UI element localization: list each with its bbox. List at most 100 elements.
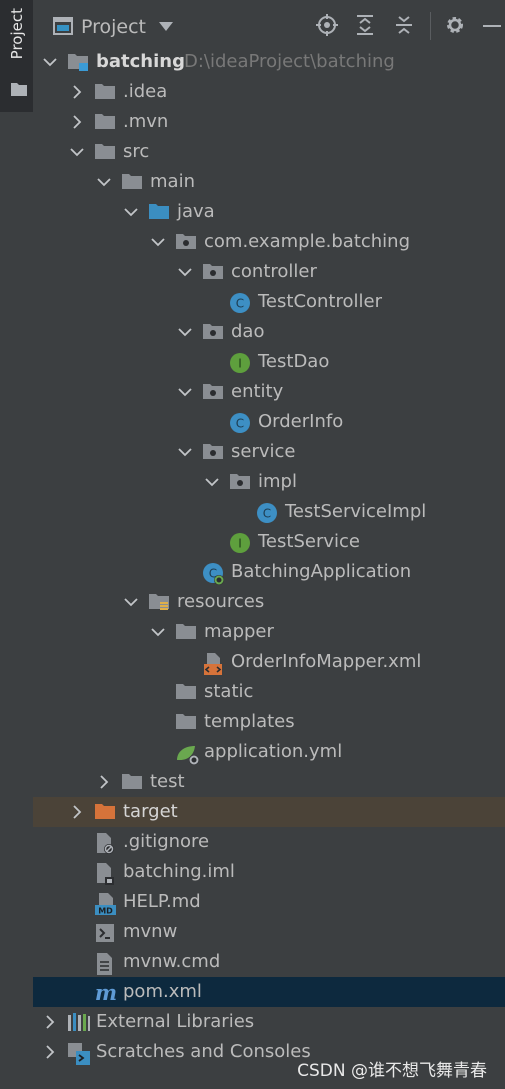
chevron-down-icon[interactable] xyxy=(43,55,57,69)
chevron-down-icon[interactable] xyxy=(178,385,192,399)
excluded-folder-icon xyxy=(94,802,116,824)
chevron-down-icon[interactable] xyxy=(205,475,219,489)
package-icon xyxy=(202,262,224,284)
tree-row[interactable]: OrderInfoMapper.xml xyxy=(33,647,505,677)
tree-row[interactable]: mvnw xyxy=(33,917,505,947)
project-tab-label: Project xyxy=(8,8,26,60)
maven-icon: m xyxy=(94,980,120,1008)
tree-item-label: .idea xyxy=(123,81,168,102)
tree-row[interactable]: static xyxy=(33,677,505,707)
tree-row[interactable]: mvnw.cmd xyxy=(33,947,505,977)
tree-row[interactable]: C OrderInfo xyxy=(33,407,505,437)
chevron-down-icon[interactable] xyxy=(151,235,165,249)
tree-item-label: TestDao xyxy=(258,351,330,372)
gitignore-file-icon xyxy=(94,832,116,860)
tree-row[interactable]: test xyxy=(33,767,505,797)
tree-row[interactable]: src xyxy=(33,137,505,167)
minimize-icon[interactable] xyxy=(483,25,501,28)
tree-item-label: java xyxy=(177,201,215,222)
chevron-down-icon[interactable] xyxy=(159,22,173,31)
interface-icon: I xyxy=(229,532,251,558)
chevron-right-icon[interactable] xyxy=(43,1045,57,1059)
chevron-down-icon[interactable] xyxy=(178,265,192,279)
module-path-hint: D:\ideaProject\batching xyxy=(184,51,395,72)
chevron-down-icon[interactable] xyxy=(70,145,84,159)
folder-icon xyxy=(175,682,197,704)
tree-item-label: HELP.md xyxy=(123,891,201,912)
tree-row[interactable]: C TestController xyxy=(33,287,505,317)
tree-row[interactable]: C TestServiceImpl xyxy=(33,497,505,527)
chevron-right-icon[interactable] xyxy=(70,115,84,129)
tree-row[interactable]: entity xyxy=(33,377,505,407)
collapse-all-icon[interactable] xyxy=(393,14,415,36)
folder-icon xyxy=(121,172,143,194)
tree-row[interactable]: java xyxy=(33,197,505,227)
tree-row[interactable]: .gitignore xyxy=(33,827,505,857)
tree-row[interactable]: C BatchingApplication xyxy=(33,557,505,587)
chevron-down-icon[interactable] xyxy=(178,445,192,459)
resources-folder-icon xyxy=(148,592,170,616)
toolbar-divider xyxy=(430,12,431,40)
chevron-down-icon[interactable] xyxy=(151,625,165,639)
tree-row[interactable]: dao xyxy=(33,317,505,347)
tree-row[interactable]: service xyxy=(33,437,505,467)
tree-row[interactable]: main xyxy=(33,167,505,197)
tree-item-label: BatchingApplication xyxy=(231,561,412,582)
tree-item-label: .gitignore xyxy=(123,831,210,852)
chevron-right-icon[interactable] xyxy=(70,805,84,819)
xml-file-icon xyxy=(202,652,224,680)
tree-row[interactable]: MD HELP.md xyxy=(33,887,505,917)
expand-all-icon[interactable] xyxy=(354,14,376,36)
tree-row[interactable]: batching D:\ideaProject\batching xyxy=(33,47,505,77)
tree-row[interactable]: controller xyxy=(33,257,505,287)
chevron-down-icon[interactable] xyxy=(124,595,138,609)
chevron-down-icon[interactable] xyxy=(124,205,138,219)
tree-item-label: mapper xyxy=(204,621,274,642)
locate-icon[interactable] xyxy=(316,14,338,36)
tree-row[interactable]: External Libraries xyxy=(33,1007,505,1037)
markdown-file-icon: MD xyxy=(94,892,118,920)
module-folder-icon xyxy=(67,52,89,76)
folder-icon xyxy=(94,82,116,104)
tree-item-label: src xyxy=(123,141,150,162)
chevron-right-icon[interactable] xyxy=(43,1015,57,1029)
tree-item-label: OrderInfoMapper.xml xyxy=(231,651,422,672)
tree-row[interactable]: impl xyxy=(33,467,505,497)
iml-file-icon xyxy=(94,862,116,890)
folder-icon xyxy=(11,83,27,96)
tree-item-label: batching xyxy=(96,51,185,72)
tree-row[interactable]: m pom.xml xyxy=(33,977,505,1007)
tree-item-label: Scratches and Consoles xyxy=(96,1041,311,1062)
tree-item-label: OrderInfo xyxy=(258,411,344,432)
tree-row[interactable]: target xyxy=(33,797,505,827)
tree-row[interactable]: templates xyxy=(33,707,505,737)
chevron-right-icon[interactable] xyxy=(97,775,111,789)
tree-row[interactable]: com.example.batching xyxy=(33,227,505,257)
chevron-down-icon[interactable] xyxy=(178,325,192,339)
tree-row[interactable]: I TestDao xyxy=(33,347,505,377)
class-icon: C xyxy=(229,412,251,438)
tree-row[interactable]: I TestService xyxy=(33,527,505,557)
tree-row[interactable]: .mvn xyxy=(33,107,505,137)
package-icon xyxy=(202,382,224,404)
project-tool-window-tab[interactable]: Project xyxy=(0,0,35,112)
tree-item-label: entity xyxy=(231,381,284,402)
chevron-right-icon[interactable] xyxy=(70,85,84,99)
chevron-down-icon[interactable] xyxy=(97,175,111,189)
tree-row[interactable]: batching.iml xyxy=(33,857,505,887)
tree-item-label: TestService xyxy=(258,531,360,552)
project-toolbar: Project xyxy=(33,0,505,48)
class-icon: C xyxy=(256,502,278,528)
tree-row[interactable]: mapper xyxy=(33,617,505,647)
tree-item-label: resources xyxy=(177,591,265,612)
svg-text:I: I xyxy=(238,537,242,551)
tree-row[interactable]: resources xyxy=(33,587,505,617)
project-panel: Project batching D:\ideaProject\batching.… xyxy=(33,0,505,1089)
tree-row[interactable]: .idea xyxy=(33,77,505,107)
tool-window-stripe: Project xyxy=(0,0,35,1089)
tree-item-label: External Libraries xyxy=(96,1011,255,1032)
tool-window-title[interactable]: Project xyxy=(81,16,146,38)
gear-icon[interactable] xyxy=(444,14,466,36)
tree-item-label: templates xyxy=(204,711,295,732)
tree-row[interactable]: application.yml xyxy=(33,737,505,767)
